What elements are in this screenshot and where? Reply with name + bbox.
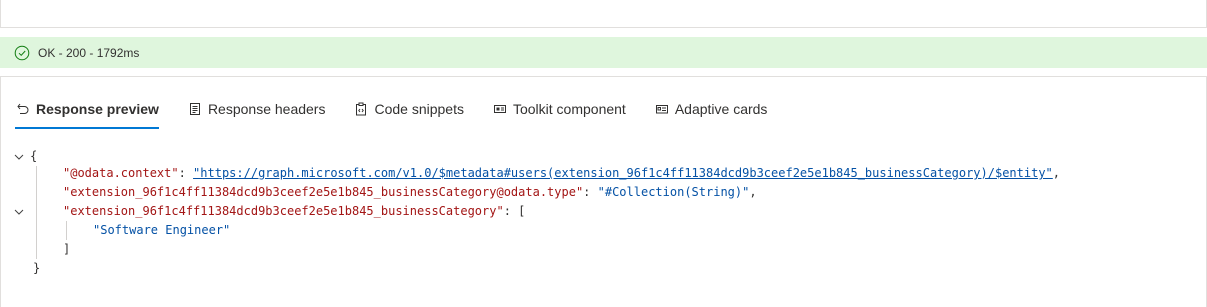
json-comma: ,	[749, 185, 757, 199]
indent-guide	[66, 221, 67, 240]
code-clipboard-icon	[353, 101, 369, 117]
json-line-business-category: "extension_96f1c4ff11384dcd9b3ceef2e5e1b…	[63, 202, 525, 221]
json-close-brace: }	[33, 261, 41, 275]
response-tabs: Response preview Response headers Code s…	[15, 95, 795, 129]
status-bar: OK - 200 - 1792ms	[0, 37, 1207, 68]
query-panel	[0, 0, 1207, 28]
json-colon: :	[178, 166, 194, 180]
collapse-chevron-icon[interactable]	[13, 151, 25, 163]
json-array-close: ]	[63, 242, 71, 256]
collapse-chevron-icon[interactable]	[13, 206, 25, 218]
component-icon	[492, 101, 508, 117]
status-text: OK - 200 - 1792ms	[38, 45, 140, 60]
json-string-value: "#Collection(String)"	[597, 185, 750, 199]
card-icon	[654, 101, 670, 117]
tab-label: Response preview	[36, 101, 159, 117]
tab-response-preview[interactable]: Response preview	[15, 95, 159, 129]
json-colon: :	[583, 185, 598, 199]
json-context-link[interactable]: "https://graph.microsoft.com/v1.0/$metad…	[193, 166, 1053, 180]
tab-code-snippets[interactable]: Code snippets	[353, 95, 464, 123]
undo-arrow-icon	[15, 101, 31, 117]
response-panel: Response preview Response headers Code s…	[0, 76, 1207, 307]
json-colon: :	[503, 204, 519, 218]
json-response-viewer[interactable]: { "@odata.context": "https://graph.micro…	[1, 147, 1206, 297]
tab-label: Code snippets	[374, 101, 464, 117]
tab-label: Toolkit component	[512, 101, 626, 117]
json-key: "extension_96f1c4ff11384dcd9b3ceef2e5e1b…	[63, 204, 504, 218]
json-comma: ,	[1052, 166, 1061, 180]
document-icon	[187, 101, 203, 117]
indent-guide	[36, 166, 37, 259]
tab-response-headers[interactable]: Response headers	[187, 95, 326, 123]
json-key: "@odata.context"	[63, 166, 179, 180]
checkmark-circle-icon	[14, 45, 30, 61]
json-array-open: [	[518, 204, 526, 218]
json-key: "extension_96f1c4ff11384dcd9b3ceef2e5e1b…	[63, 185, 584, 199]
json-array-item: "Software Engineer"	[93, 223, 231, 237]
tab-adaptive-cards[interactable]: Adaptive cards	[654, 95, 768, 123]
tab-label: Adaptive cards	[674, 101, 768, 117]
json-open-brace: {	[30, 149, 38, 163]
tab-label: Response headers	[207, 101, 326, 117]
json-line-odata-context: "@odata.context": "https://graph.microso…	[63, 164, 1060, 183]
tab-toolkit-component[interactable]: Toolkit component	[492, 95, 626, 123]
json-line-odata-type: "extension_96f1c4ff11384dcd9b3ceef2e5e1b…	[63, 183, 757, 202]
